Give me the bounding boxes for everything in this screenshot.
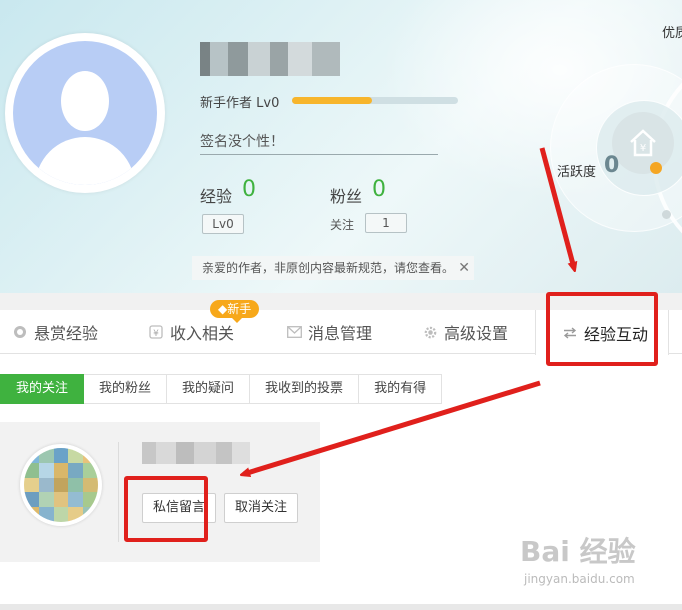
- svg-text:¥: ¥: [640, 143, 646, 154]
- sub-tabs: 我的关注 我的粉丝 我的疑问 我收到的投票 我的有得: [0, 374, 443, 404]
- yen-icon: ¥: [148, 324, 164, 340]
- subtab-my-fans[interactable]: 我的粉丝: [84, 374, 168, 404]
- subtab-my-gains[interactable]: 我的有得: [359, 374, 443, 404]
- fans-value[interactable]: 0: [372, 177, 386, 202]
- tab-label: 消息管理: [308, 324, 373, 343]
- diamond-icon: ◆: [218, 302, 228, 316]
- follow-label: 关注: [330, 218, 355, 232]
- tab-label: 悬赏经验: [34, 324, 99, 343]
- subtab-received-votes[interactable]: 我收到的投票: [250, 374, 360, 404]
- activity-indicator-dot: [650, 162, 662, 174]
- watermark-logo: Bai 经验: [520, 535, 636, 568]
- annotation-box-tab: [546, 292, 658, 366]
- subtab-my-follows[interactable]: 我的关注: [0, 374, 85, 404]
- bottom-rule: [0, 604, 682, 610]
- author-level: 新手作者 Lv0: [200, 96, 280, 111]
- gear-icon: [422, 324, 438, 340]
- annotation-box-button: [124, 476, 208, 542]
- medal-icon: [12, 324, 28, 340]
- notice-bar[interactable]: 亲爱的作者，非原创内容最新规范，请您查看。 ✕: [192, 256, 474, 280]
- tab-label: 收入相关: [170, 324, 235, 343]
- unfollow-button[interactable]: 取消关注: [224, 493, 298, 523]
- new-badge-label: 新手: [227, 302, 252, 316]
- level-progress-fill: [292, 97, 372, 104]
- followed-user-avatar[interactable]: [20, 444, 102, 526]
- followed-username-obscured[interactable]: [142, 442, 250, 464]
- follow-count[interactable]: 1: [365, 213, 407, 233]
- fans-label: 粉丝: [330, 187, 363, 206]
- experience-value: 0: [242, 177, 256, 202]
- signature-field[interactable]: 签名没个性！: [200, 131, 438, 155]
- tab-advanced-settings[interactable]: 高级设置: [422, 310, 508, 354]
- profile-header: 新手作者 Lv0 签名没个性！ 经验 0 Lv0 粉丝 0 关注 1 亲爱的作者…: [0, 0, 682, 293]
- ring-dot: [662, 210, 671, 219]
- envelope-icon: [286, 324, 302, 340]
- tab-messages[interactable]: 消息管理: [286, 310, 372, 354]
- close-icon[interactable]: ✕: [458, 256, 470, 280]
- new-badge: ◆新手: [210, 300, 260, 323]
- watermark-url: jingyan.baidu.com: [524, 572, 635, 586]
- user-avatar[interactable]: [5, 33, 165, 193]
- default-avatar-icon: [13, 41, 157, 185]
- activity-label: 活跃度: [557, 165, 597, 180]
- level-progress-bar: [292, 97, 458, 104]
- level-badge: Lv0: [202, 214, 244, 234]
- notice-text[interactable]: 亲爱的作者，非原创内容最新规范，请您查看。: [202, 261, 454, 275]
- card-divider: [118, 442, 119, 542]
- tab-bounty[interactable]: 悬赏经验: [12, 310, 98, 354]
- experience-label: 经验: [200, 187, 233, 206]
- username-obscured: [200, 42, 340, 76]
- house-yen-icon: ¥: [612, 112, 674, 174]
- tab-label: 高级设置: [444, 324, 509, 343]
- subtab-my-questions[interactable]: 我的疑问: [167, 374, 251, 404]
- avatar-mosaic: [24, 448, 98, 522]
- activity-value: 0: [604, 153, 620, 178]
- svg-text:¥: ¥: [153, 329, 159, 339]
- baidu-jingyan-watermark: Bai 经验 jingyan.baidu.com: [520, 530, 680, 602]
- quality-label: 优质: [662, 26, 682, 41]
